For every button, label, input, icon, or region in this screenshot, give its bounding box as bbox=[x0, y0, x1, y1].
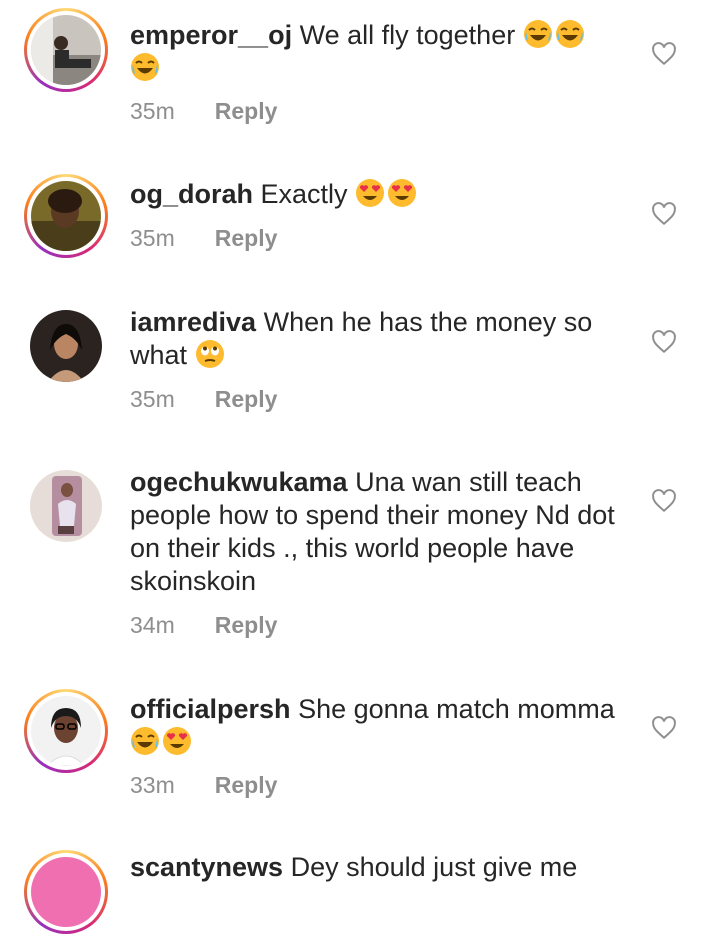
reply-button[interactable]: Reply bbox=[215, 772, 278, 799]
avatar[interactable] bbox=[31, 181, 101, 251]
comment-time: 33m bbox=[130, 772, 175, 798]
comment-username[interactable]: emperor__oj bbox=[130, 20, 292, 50]
joy-emoji bbox=[130, 726, 160, 756]
like-heart-icon[interactable] bbox=[651, 488, 677, 514]
comment-text: emperor__oj We all fly together bbox=[130, 19, 630, 85]
comment-text: iamrediva When he has the money so what bbox=[130, 306, 630, 372]
story-ring[interactable] bbox=[24, 8, 108, 92]
comment-meta: 35m Reply bbox=[130, 225, 277, 252]
avatar[interactable] bbox=[31, 696, 101, 766]
joy-emoji bbox=[523, 19, 553, 49]
comment-time: 35m bbox=[130, 386, 175, 412]
comment-username[interactable]: officialpersh bbox=[130, 694, 291, 724]
comment-meta: 35m Reply bbox=[130, 386, 277, 413]
comment-username[interactable]: ogechukwukama bbox=[130, 467, 348, 497]
avatar[interactable] bbox=[30, 310, 102, 382]
comment-meta: 33m Reply bbox=[130, 772, 277, 799]
avatar[interactable] bbox=[30, 470, 102, 542]
heart-eyes-emoji bbox=[355, 178, 385, 208]
comment-meta: 34m Reply bbox=[130, 612, 277, 639]
comment-time: 35m bbox=[130, 225, 175, 251]
like-heart-icon[interactable] bbox=[651, 329, 677, 355]
joy-emoji bbox=[555, 19, 585, 49]
comment-username[interactable]: iamrediva bbox=[130, 307, 256, 337]
story-ring[interactable] bbox=[24, 850, 108, 934]
reply-button[interactable]: Reply bbox=[215, 98, 278, 125]
comment-body: Exactly bbox=[260, 179, 348, 209]
heart-eyes-emoji bbox=[162, 726, 192, 756]
avatar[interactable] bbox=[31, 857, 101, 927]
comment-time: 34m bbox=[130, 612, 175, 638]
comment-body: She gonna match momma bbox=[298, 694, 615, 724]
avatar[interactable] bbox=[31, 15, 101, 85]
comment-body: Dey should just give me bbox=[290, 852, 578, 882]
story-ring[interactable] bbox=[24, 174, 108, 258]
story-ring[interactable] bbox=[24, 689, 108, 773]
comment-body: We all fly together bbox=[299, 20, 516, 50]
reply-button[interactable]: Reply bbox=[215, 225, 278, 252]
avatar-container bbox=[24, 464, 108, 548]
comment-text: og_dorah Exactly bbox=[130, 178, 630, 211]
comment-meta: 35m Reply bbox=[130, 98, 277, 125]
reply-button[interactable]: Reply bbox=[215, 386, 278, 413]
comment-text: officialpersh She gonna match momma bbox=[130, 693, 630, 759]
comment-time: 35m bbox=[130, 98, 175, 124]
heart-eyes-emoji bbox=[387, 178, 417, 208]
reply-button[interactable]: Reply bbox=[215, 612, 278, 639]
comment-username[interactable]: scantynews bbox=[130, 852, 283, 882]
like-heart-icon[interactable] bbox=[651, 715, 677, 741]
comment-username[interactable]: og_dorah bbox=[130, 179, 253, 209]
comment-text: scantynews Dey should just give me bbox=[130, 851, 630, 884]
comment-text: ogechukwukama Una wan still teach people… bbox=[130, 466, 630, 598]
like-heart-icon[interactable] bbox=[651, 41, 677, 67]
like-heart-icon[interactable] bbox=[651, 201, 677, 227]
joy-emoji bbox=[130, 52, 160, 82]
avatar-container bbox=[24, 304, 108, 388]
eye-roll-emoji bbox=[195, 339, 225, 369]
